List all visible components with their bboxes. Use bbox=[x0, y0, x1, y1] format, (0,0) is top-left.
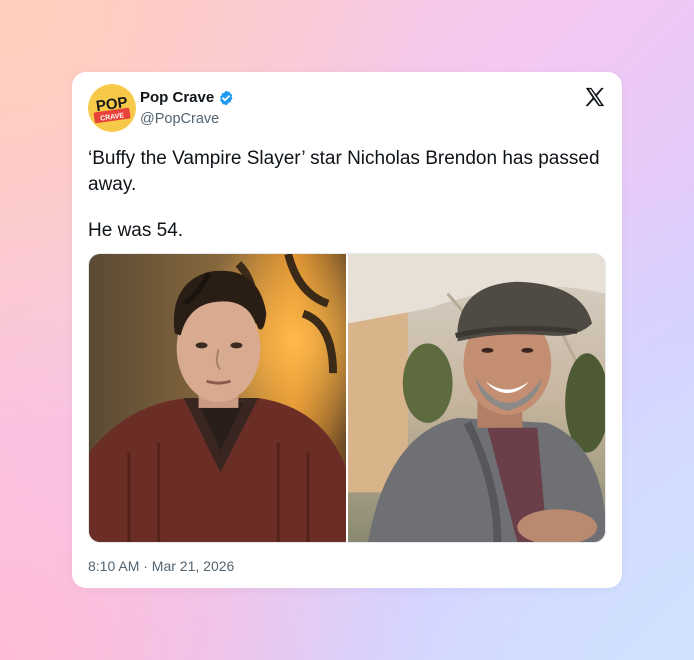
tweet-line-2: He was 54. bbox=[88, 220, 184, 241]
photo-left[interactable] bbox=[89, 254, 346, 542]
tweet-timestamp[interactable]: 8:10 AM · Mar 21, 2026 bbox=[88, 558, 234, 574]
author-name-row: Pop Crave bbox=[140, 89, 234, 106]
tweet-text: ‘Buffy the Vampire Slayer’ star Nicholas… bbox=[88, 146, 608, 244]
author-display-name[interactable]: Pop Crave bbox=[140, 89, 214, 106]
tweet-line-1: ‘Buffy the Vampire Slayer’ star Nicholas… bbox=[88, 148, 600, 195]
author-handle[interactable]: @PopCrave bbox=[140, 111, 219, 127]
x-logo-icon[interactable] bbox=[584, 86, 606, 108]
tweet-card: POP CRAVE Pop Crave @PopCrave ‘Buffy the… bbox=[72, 72, 622, 588]
avatar[interactable]: POP CRAVE bbox=[88, 84, 136, 132]
verified-badge-icon bbox=[218, 90, 234, 106]
photo-right[interactable] bbox=[348, 254, 605, 542]
media-grid bbox=[88, 253, 606, 543]
